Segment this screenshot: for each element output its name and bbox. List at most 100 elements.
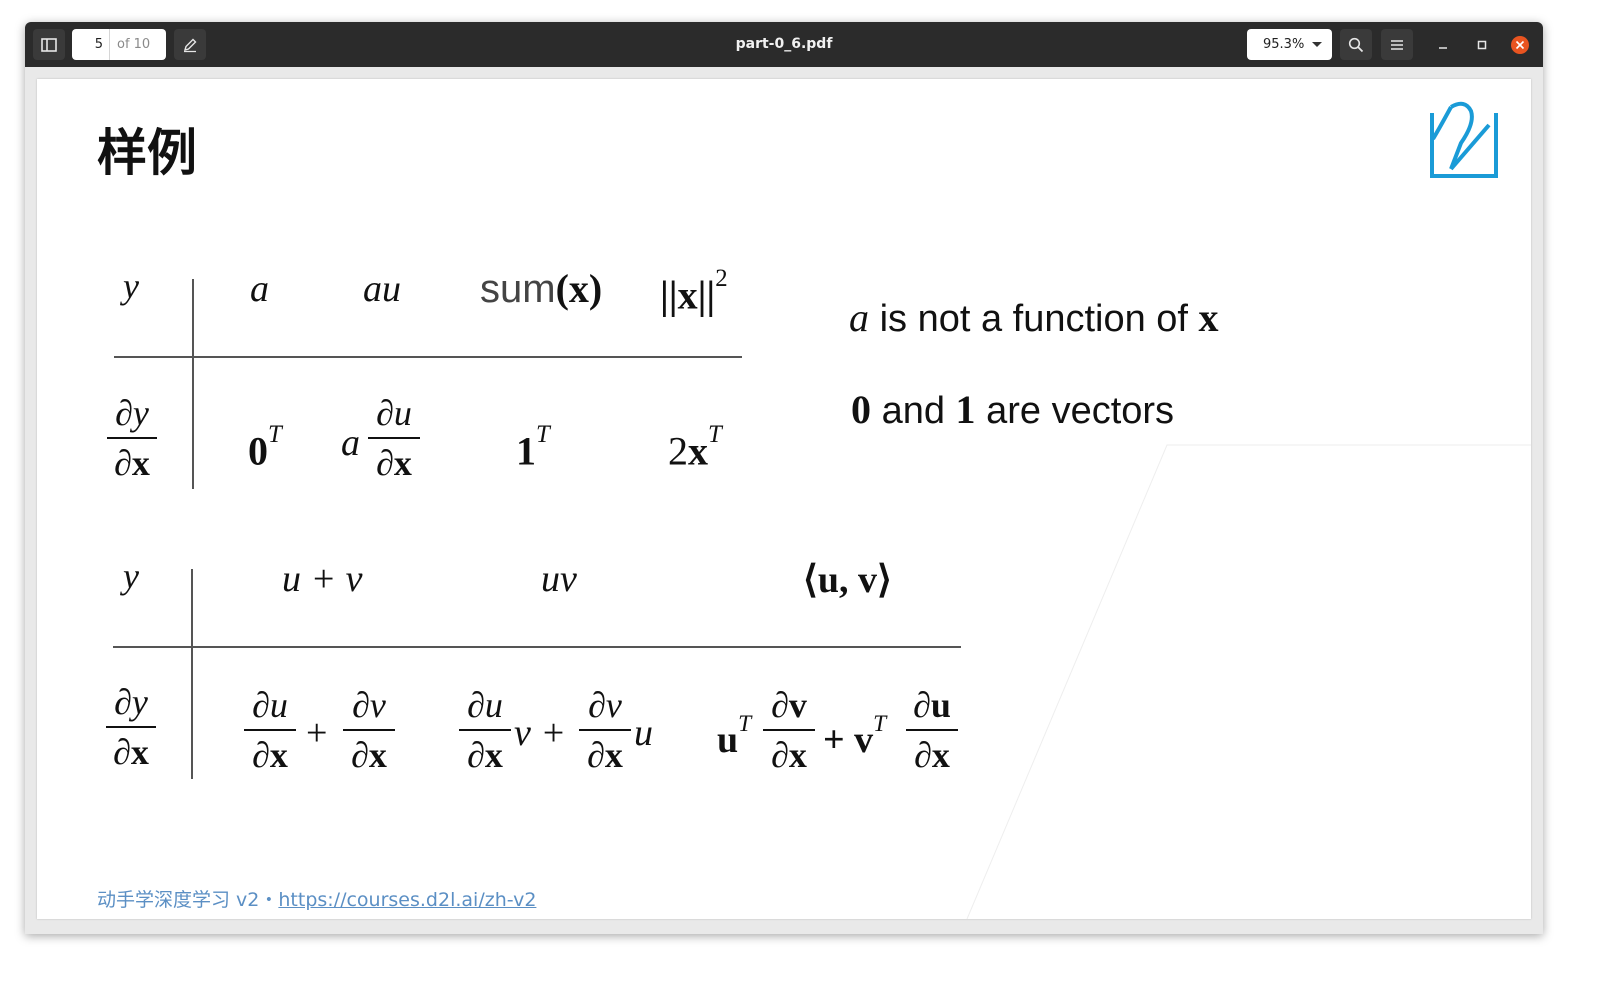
coefficient: 2 — [668, 428, 688, 474]
t2c3-frac2: ∂u ∂x — [906, 687, 958, 773]
du-numerator: ∂u — [376, 393, 412, 433]
fraction-bar — [906, 729, 958, 731]
table1-col2-top: au — [363, 268, 401, 310]
plus-v: + v — [823, 719, 874, 762]
x-vector: x — [688, 428, 708, 474]
maximize-button[interactable] — [1472, 35, 1492, 55]
t2c2-frac2: ∂v ∂x — [579, 687, 631, 773]
table2-vline — [191, 569, 193, 779]
note-zero: 0 — [851, 387, 871, 432]
note-line-2: 0 and 1 are vectors — [851, 386, 1174, 433]
t2c3-frac1: ∂v ∂x — [763, 687, 815, 773]
dx-denominator: ∂x — [467, 735, 503, 775]
table1-vline — [192, 279, 194, 489]
table2-y-label: y — [123, 556, 139, 596]
fraction-bar — [244, 729, 296, 731]
table2-col1-top: u + v — [282, 558, 363, 600]
table1-col4-top: ||x||2 — [660, 265, 728, 318]
table2-col2-top: uv — [541, 558, 577, 600]
fraction-bar — [343, 729, 395, 731]
table1-col3-bottom: 1T — [516, 421, 550, 474]
minimize-icon — [1439, 47, 1447, 49]
table1-y-label: y — [123, 266, 139, 306]
table2-hline — [113, 646, 961, 648]
note-text-2: are vectors — [986, 390, 1175, 432]
table1-col1-bottom: 0T — [248, 421, 282, 474]
dx-denominator: ∂x — [771, 735, 807, 775]
note-var-a: a — [849, 295, 869, 340]
hamburger-menu-icon — [1391, 39, 1403, 50]
d2l-logo — [1430, 101, 1498, 178]
table1-col1-top: a — [250, 268, 269, 310]
fraction-bar — [106, 726, 156, 728]
note-vec-x: x — [1198, 295, 1219, 340]
deriv-denominator: ∂x — [113, 732, 149, 772]
transpose: T — [536, 421, 550, 448]
norm-text: ||x|| — [660, 272, 716, 318]
t2c2-mid: v + — [514, 712, 567, 754]
note-one: 1 — [955, 387, 976, 432]
table1-col2-bottom-fraction: ∂u ∂x — [368, 395, 420, 481]
one-vector: 1 — [516, 428, 536, 474]
transpose: T — [708, 421, 722, 448]
sum-text: sum — [480, 267, 556, 311]
note-line-1: a is not a function of x — [849, 294, 1219, 341]
fraction-bar — [579, 729, 631, 731]
t2c3-u: uT — [717, 711, 751, 762]
table1-col2-bottom-prefix: a — [341, 422, 360, 464]
zoom-dropdown[interactable]: 95.3% — [1247, 29, 1332, 60]
t2c3-plus-v: + vT — [823, 711, 886, 762]
title-bar: 5 of 10 part-0_6.pdf 95.3% — [25, 22, 1543, 67]
t2c1-frac1: ∂u ∂x — [244, 687, 296, 773]
t2c1-frac2: ∂v ∂x — [343, 687, 395, 773]
note-text-1: is not a function of — [879, 298, 1188, 340]
dv-numerator: ∂v — [352, 685, 386, 725]
table2-derivative: ∂y ∂x — [106, 684, 156, 770]
zoom-level: 95.3% — [1263, 37, 1305, 52]
slide-footer: 动手学深度学习 v2・https://courses.d2l.ai/zh-v2 — [97, 885, 536, 912]
transpose: T — [268, 421, 282, 448]
pdf-viewer-window: 5 of 10 part-0_6.pdf 95.3% 样例 y a au sum… — [25, 22, 1543, 934]
slide-decoration — [966, 444, 1531, 919]
fraction-bar — [107, 437, 157, 439]
dx-denominator: ∂x — [587, 735, 623, 775]
t2c1-plus: + — [306, 712, 328, 754]
table1-derivative: ∂y ∂x — [107, 395, 157, 481]
search-button[interactable] — [1340, 29, 1372, 60]
table1-col3-top: sum(x) — [480, 265, 602, 312]
du-numerator: ∂u — [467, 685, 503, 725]
table1-hline — [114, 356, 742, 358]
fraction-bar — [763, 729, 815, 731]
t2c2-frac1: ∂u ∂x — [459, 687, 511, 773]
menu-button[interactable] — [1381, 29, 1413, 60]
footer-link[interactable]: https://courses.d2l.ai/zh-v2 — [278, 889, 536, 911]
u-vector: u — [717, 719, 739, 762]
close-button[interactable] — [1510, 35, 1530, 55]
dx-denominator: ∂x — [252, 735, 288, 775]
du-numerator: ∂u — [252, 685, 288, 725]
table2-col3-top: ⟨u, v⟩ — [803, 559, 892, 601]
fraction-bar — [459, 729, 511, 731]
dx-denominator: ∂x — [914, 735, 950, 775]
table1-col4-bottom: 2xT — [668, 421, 722, 474]
dx-denominator: ∂x — [351, 735, 387, 775]
search-icon — [1348, 37, 1364, 52]
deriv-numerator: ∂y — [114, 682, 148, 722]
maximize-icon — [1477, 40, 1487, 50]
deriv-numerator: ∂y — [115, 393, 149, 433]
transpose: T — [738, 711, 752, 737]
pdf-page: 样例 y a au sum(x) ||x||2 ∂y ∂x 0T a ∂u ∂x… — [37, 79, 1531, 919]
slide-heading: 样例 — [97, 124, 197, 182]
dx-denominator: ∂x — [376, 443, 412, 483]
transpose: T — [873, 711, 887, 737]
t2c2-end: u — [634, 712, 653, 754]
dv-numerator: ∂v — [771, 685, 807, 725]
zero-vector: 0 — [248, 428, 268, 474]
note-and: and — [881, 390, 945, 432]
sum-arg: (x) — [555, 266, 603, 311]
chevron-down-icon — [1312, 42, 1322, 47]
norm-exponent: 2 — [715, 265, 728, 292]
footer-text: 动手学深度学习 v2・ — [97, 889, 279, 911]
fraction-bar — [368, 437, 420, 439]
minimize-button[interactable] — [1433, 35, 1453, 55]
